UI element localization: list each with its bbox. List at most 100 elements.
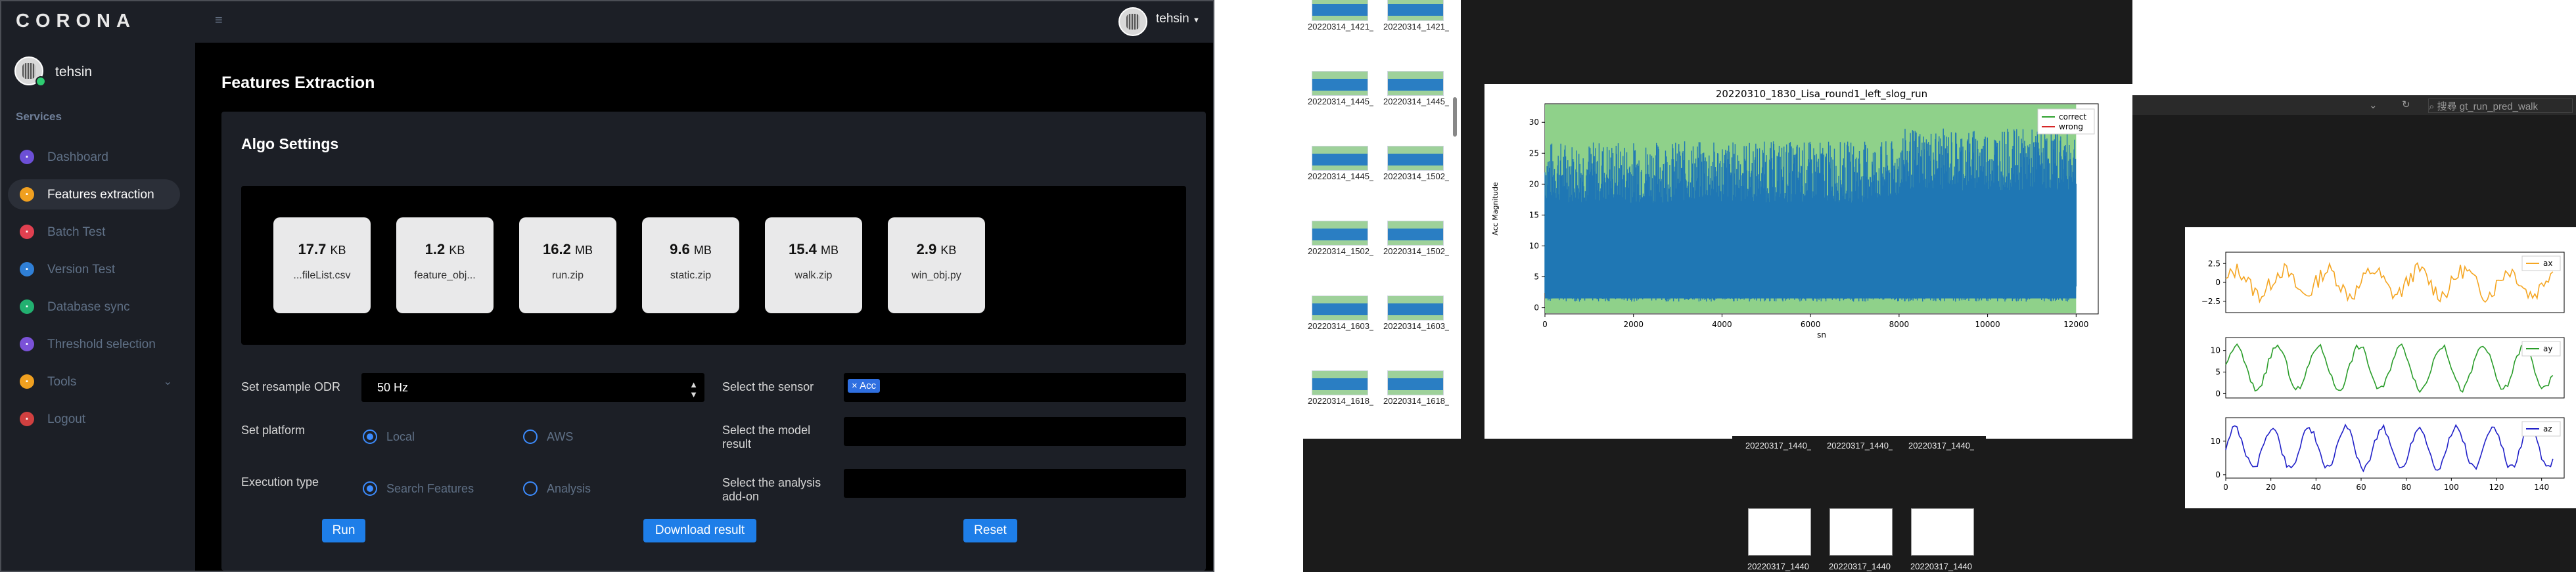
address-caret-icon[interactable]: ⌄ bbox=[2369, 99, 2378, 111]
signal-series bbox=[1544, 128, 2077, 302]
uploaded-file-tile[interactable]: 1.2 KB feature_obj... bbox=[396, 217, 494, 313]
y-tick-label: 25 bbox=[1529, 148, 1539, 158]
explorer-scrollbar[interactable] bbox=[1453, 97, 1457, 137]
exec-analysis-radio[interactable] bbox=[523, 481, 538, 496]
y-tick-label: −2.5 bbox=[2201, 297, 2220, 306]
sidebar-item-dashboard[interactable]: ▪ Dashboard bbox=[8, 142, 180, 172]
y-tick-label: 0 bbox=[2215, 389, 2220, 398]
sidebar-item-logout[interactable]: ▪ Logout bbox=[8, 404, 180, 434]
sidebar: CORONA tehsin Services ▪ Dashboard ▪ Featur… bbox=[1, 1, 195, 571]
panel-frame-az bbox=[2225, 417, 2565, 479]
thumbnail-image[interactable] bbox=[1387, 370, 1444, 395]
topbar-user-menu[interactable]: tehsin ▼ bbox=[1156, 12, 1200, 26]
platform-aws-label: AWS bbox=[547, 430, 574, 443]
brand-logo: CORONA bbox=[16, 11, 136, 32]
file-size-unit: MB bbox=[574, 244, 593, 257]
thumbnail-image[interactable] bbox=[1911, 508, 1974, 556]
uploaded-file-tile[interactable]: 2.9 KB win_obj.py bbox=[888, 217, 985, 313]
thumbnail-caption: 20220314_1502_Vicky_round2_left_slog_run… bbox=[1383, 172, 1449, 181]
thumbnail-caption: 20220314_1618_Alexander_round1_left_slog… bbox=[1308, 397, 1373, 406]
thumbnail-caption: 20220317_1440_Simry_round1_left_slog_run… bbox=[1745, 441, 1811, 451]
thumbnail-image[interactable] bbox=[1312, 71, 1368, 96]
xyz-axes-chart: 2.50−2.5ax1050ay100az0 20 40 60 80 100 120 140 bbox=[2201, 252, 2565, 492]
platform-aws-radio[interactable] bbox=[523, 429, 538, 444]
sidebar-item-batch-test[interactable]: ▪ Batch Test bbox=[8, 217, 180, 247]
card-title: Algo Settings bbox=[241, 135, 339, 152]
file-size-value: 1.2 bbox=[425, 241, 446, 257]
explorer-address-bar[interactable]: ⌄ ↻ ⌕ 搜尋 gt_run_pred_walk bbox=[2132, 95, 2576, 115]
refresh-icon[interactable]: ↻ bbox=[2402, 99, 2410, 110]
thumbnail-caption: 20220314_1603_Alexander_round1_left_slog… bbox=[1308, 322, 1373, 331]
x-tick-label: 10000 bbox=[1975, 320, 2000, 329]
series-ay bbox=[2225, 343, 2554, 393]
uploaded-file-tile[interactable]: 15.4 MB walk.zip bbox=[765, 217, 862, 313]
thumbnail-image[interactable] bbox=[1312, 146, 1368, 171]
logout-icon: ▪ bbox=[20, 412, 34, 426]
file-name: run.zip bbox=[551, 270, 584, 281]
thumbnail-image[interactable] bbox=[1387, 296, 1444, 320]
analysis-addon-select[interactable] bbox=[844, 469, 1186, 498]
y-tick-label: 10 bbox=[1529, 241, 1539, 250]
sensor-chip-acc[interactable]: × Acc bbox=[848, 379, 881, 393]
uploaded-file-tile[interactable]: 9.6 MB static.zip bbox=[642, 217, 739, 313]
x-tick-label: 0 bbox=[2223, 483, 2228, 492]
sensor-multiselect[interactable]: × Acc bbox=[844, 373, 1186, 402]
sidebar-item-label: Database sync bbox=[47, 300, 130, 314]
execution-type-label: Execution type bbox=[241, 475, 319, 489]
sidebar-item-database-sync[interactable]: ▪ Database sync bbox=[8, 292, 180, 322]
x-tick-label: 140 bbox=[2534, 483, 2549, 492]
page-title: Features Extraction bbox=[221, 74, 375, 92]
corona-app-window: CORONA tehsin Services ▪ Dashboard ▪ Featur… bbox=[0, 0, 1214, 572]
thumbnail-image[interactable] bbox=[1748, 508, 1811, 556]
explorer-top-white bbox=[2132, 0, 2576, 95]
platform-local-radio[interactable] bbox=[363, 429, 377, 444]
select-caret-icon: ▲ ▼ bbox=[689, 380, 698, 399]
run-button[interactable]: Run bbox=[322, 519, 365, 542]
topbar-avatar[interactable] bbox=[1118, 7, 1147, 36]
thumbnail-image[interactable] bbox=[1387, 221, 1444, 246]
file-size-value: 16.2 bbox=[543, 241, 571, 257]
sidebar-item-label: Version Test bbox=[47, 263, 116, 276]
legend-label-ay: ay bbox=[2543, 344, 2552, 353]
menu-toggle-icon[interactable]: ≡ bbox=[215, 13, 223, 28]
x-tick-label: 12000 bbox=[2063, 320, 2088, 329]
model-result-select[interactable] bbox=[844, 417, 1186, 446]
resample-select[interactable]: 50 Hz ▲ ▼ bbox=[361, 373, 704, 402]
panel-frame-ax bbox=[2225, 252, 2565, 313]
sidebar-item-version-test[interactable]: ▪ Version Test bbox=[8, 254, 180, 284]
thumbnail-image[interactable] bbox=[1387, 146, 1444, 171]
x-tick-label: 0 bbox=[1542, 320, 1548, 329]
search-icon: ⌕ bbox=[2429, 101, 2437, 112]
batch-test-icon: ▪ bbox=[20, 225, 34, 239]
thumbnail-image[interactable] bbox=[1312, 296, 1368, 320]
uploaded-file-tile[interactable]: 17.7 KB ...fileList.csv bbox=[273, 217, 371, 313]
thumbnail-image[interactable] bbox=[1312, 0, 1368, 21]
uploaded-file-tile[interactable]: 16.2 MB run.zip bbox=[519, 217, 616, 313]
legend-label-az: az bbox=[2543, 424, 2552, 433]
thumbnail-caption: 20220314_1445_Vicky_round1_left_slog_wal… bbox=[1383, 97, 1449, 106]
exec-search-features-radio[interactable] bbox=[363, 481, 377, 496]
model-result-label: Select the model result bbox=[722, 424, 811, 451]
thumbnail-caption: 20220314_1603_Alexander_round1_right_slo… bbox=[1383, 322, 1449, 331]
chart-title: 20220310_1830_Lisa_round1_left_slog_run bbox=[1716, 88, 1927, 100]
thumbnail-caption: 20220314_1502_Vicky_round2_right_slog_ru… bbox=[1308, 247, 1373, 256]
thumbnail-image[interactable] bbox=[1387, 71, 1444, 96]
download-result-button[interactable]: Download result bbox=[643, 519, 756, 542]
file-size-value: 17.7 bbox=[298, 241, 327, 257]
reset-button[interactable]: Reset bbox=[963, 519, 1017, 542]
sidebar-item-tools[interactable]: ▪ Tools ⌄ bbox=[8, 366, 180, 397]
sidebar-item-features-extraction[interactable]: ▪ Features extraction bbox=[8, 179, 180, 209]
x-tick-label: 2000 bbox=[1623, 320, 1644, 329]
thumbnail-image[interactable] bbox=[1829, 508, 1893, 556]
thumbnail-image[interactable] bbox=[1387, 0, 1444, 21]
thumbnail-image[interactable] bbox=[1312, 370, 1368, 395]
explorer-search-box[interactable]: ⌕ 搜尋 gt_run_pred_walk bbox=[2428, 99, 2573, 113]
x-tick-label: 6000 bbox=[1801, 320, 1821, 329]
thumbnail-image[interactable] bbox=[1312, 221, 1368, 246]
viewer-backdrop-left bbox=[1461, 84, 1484, 439]
y-axis-label: Acc Magnitude bbox=[1491, 182, 1500, 235]
topbar-user-name: tehsin bbox=[1156, 12, 1189, 26]
file-size: 16.2 MB bbox=[519, 241, 616, 258]
services-section-label: Services bbox=[16, 110, 62, 123]
sidebar-item-threshold-selection[interactable]: ▪ Threshold selection bbox=[8, 329, 180, 359]
